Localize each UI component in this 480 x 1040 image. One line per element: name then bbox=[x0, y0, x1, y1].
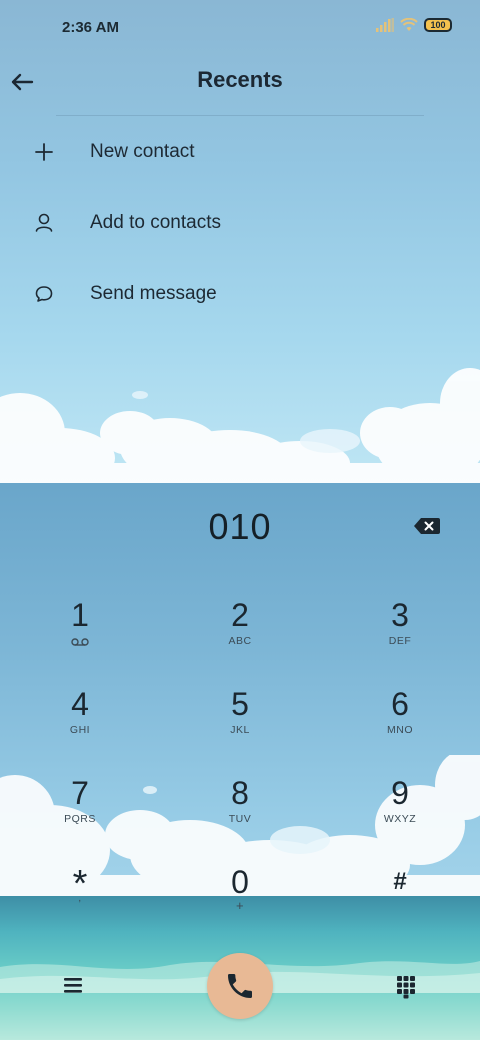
key-digit: 2 bbox=[231, 597, 249, 633]
add-to-contacts-label: Add to contacts bbox=[90, 212, 221, 233]
key-6[interactable]: 6 MNO bbox=[340, 684, 460, 764]
key-letters: PQRS bbox=[64, 813, 96, 825]
key-digit: # bbox=[393, 868, 407, 895]
add-to-contacts-item[interactable]: Add to contacts bbox=[0, 187, 480, 258]
key-letters: DEF bbox=[388, 635, 412, 647]
new-contact-item[interactable]: New contact bbox=[0, 116, 480, 187]
key-letters: JKL bbox=[230, 724, 250, 736]
key-5[interactable]: 5 JKL bbox=[180, 684, 300, 764]
key-2[interactable]: 2 ABC bbox=[180, 595, 300, 675]
plus-icon bbox=[35, 143, 53, 161]
key-digit: 0 bbox=[231, 864, 249, 900]
dialed-number: 010 bbox=[208, 506, 272, 547]
status-time: 2:36 AM bbox=[62, 19, 119, 36]
send-message-label: Send message bbox=[90, 283, 217, 304]
hamburger-menu-icon[interactable] bbox=[62, 975, 84, 995]
header: Recents bbox=[0, 56, 480, 114]
key-digit: 3 bbox=[391, 597, 409, 633]
key-letters: GHI bbox=[69, 724, 91, 736]
recents-panel: 2:36 AM 100 Recents New contact Add to c… bbox=[0, 0, 480, 483]
dialer-panel: 010 1 2 ABC 3 DEF 4 GHI 5 JKL 6 MNO 7 PQ… bbox=[0, 483, 480, 1040]
action-menu: New contact Add to contacts Send message bbox=[0, 116, 480, 329]
person-icon bbox=[35, 213, 53, 232]
key-letters: + bbox=[235, 898, 245, 913]
key-letters: MNO bbox=[387, 724, 413, 736]
signal-icon bbox=[376, 18, 394, 32]
voicemail-icon bbox=[71, 638, 89, 646]
key-digit: 9 bbox=[391, 775, 409, 811]
key-letters: ABC bbox=[228, 635, 252, 647]
key-star[interactable]: * , bbox=[20, 862, 140, 942]
key-digit: 1 bbox=[71, 597, 89, 633]
wifi-icon bbox=[400, 18, 418, 31]
bottom-bar bbox=[0, 953, 480, 1019]
key-8[interactable]: 8 TUV bbox=[180, 773, 300, 853]
key-hash[interactable]: # bbox=[340, 862, 460, 942]
key-1[interactable]: 1 bbox=[20, 595, 140, 675]
status-icons: 100 bbox=[376, 18, 452, 32]
message-bubble-icon bbox=[35, 286, 53, 302]
key-9[interactable]: 9 WXYZ bbox=[340, 773, 460, 853]
cloud-background bbox=[0, 368, 480, 483]
key-7[interactable]: 7 PQRS bbox=[20, 773, 140, 853]
key-letters: WXYZ bbox=[383, 813, 417, 825]
backspace-icon[interactable] bbox=[413, 516, 441, 536]
key-digit: 5 bbox=[231, 686, 249, 722]
dialpad-icon[interactable] bbox=[396, 975, 416, 999]
call-button[interactable] bbox=[207, 953, 273, 1019]
status-bar: 2:36 AM 100 bbox=[0, 0, 480, 56]
new-contact-label: New contact bbox=[90, 141, 195, 162]
key-digit: 6 bbox=[391, 686, 409, 722]
key-3[interactable]: 3 DEF bbox=[340, 595, 460, 675]
phone-icon bbox=[228, 974, 252, 998]
key-digit: 8 bbox=[231, 775, 249, 811]
key-letters: , bbox=[78, 892, 82, 904]
battery-icon: 100 bbox=[424, 18, 452, 32]
key-0[interactable]: 0 + bbox=[180, 862, 300, 942]
key-digit: 7 bbox=[71, 775, 89, 811]
key-4[interactable]: 4 GHI bbox=[20, 684, 140, 764]
key-digit: 4 bbox=[71, 686, 89, 722]
page-title: Recents bbox=[197, 67, 283, 92]
send-message-item[interactable]: Send message bbox=[0, 258, 480, 329]
key-letters: TUV bbox=[228, 813, 252, 825]
